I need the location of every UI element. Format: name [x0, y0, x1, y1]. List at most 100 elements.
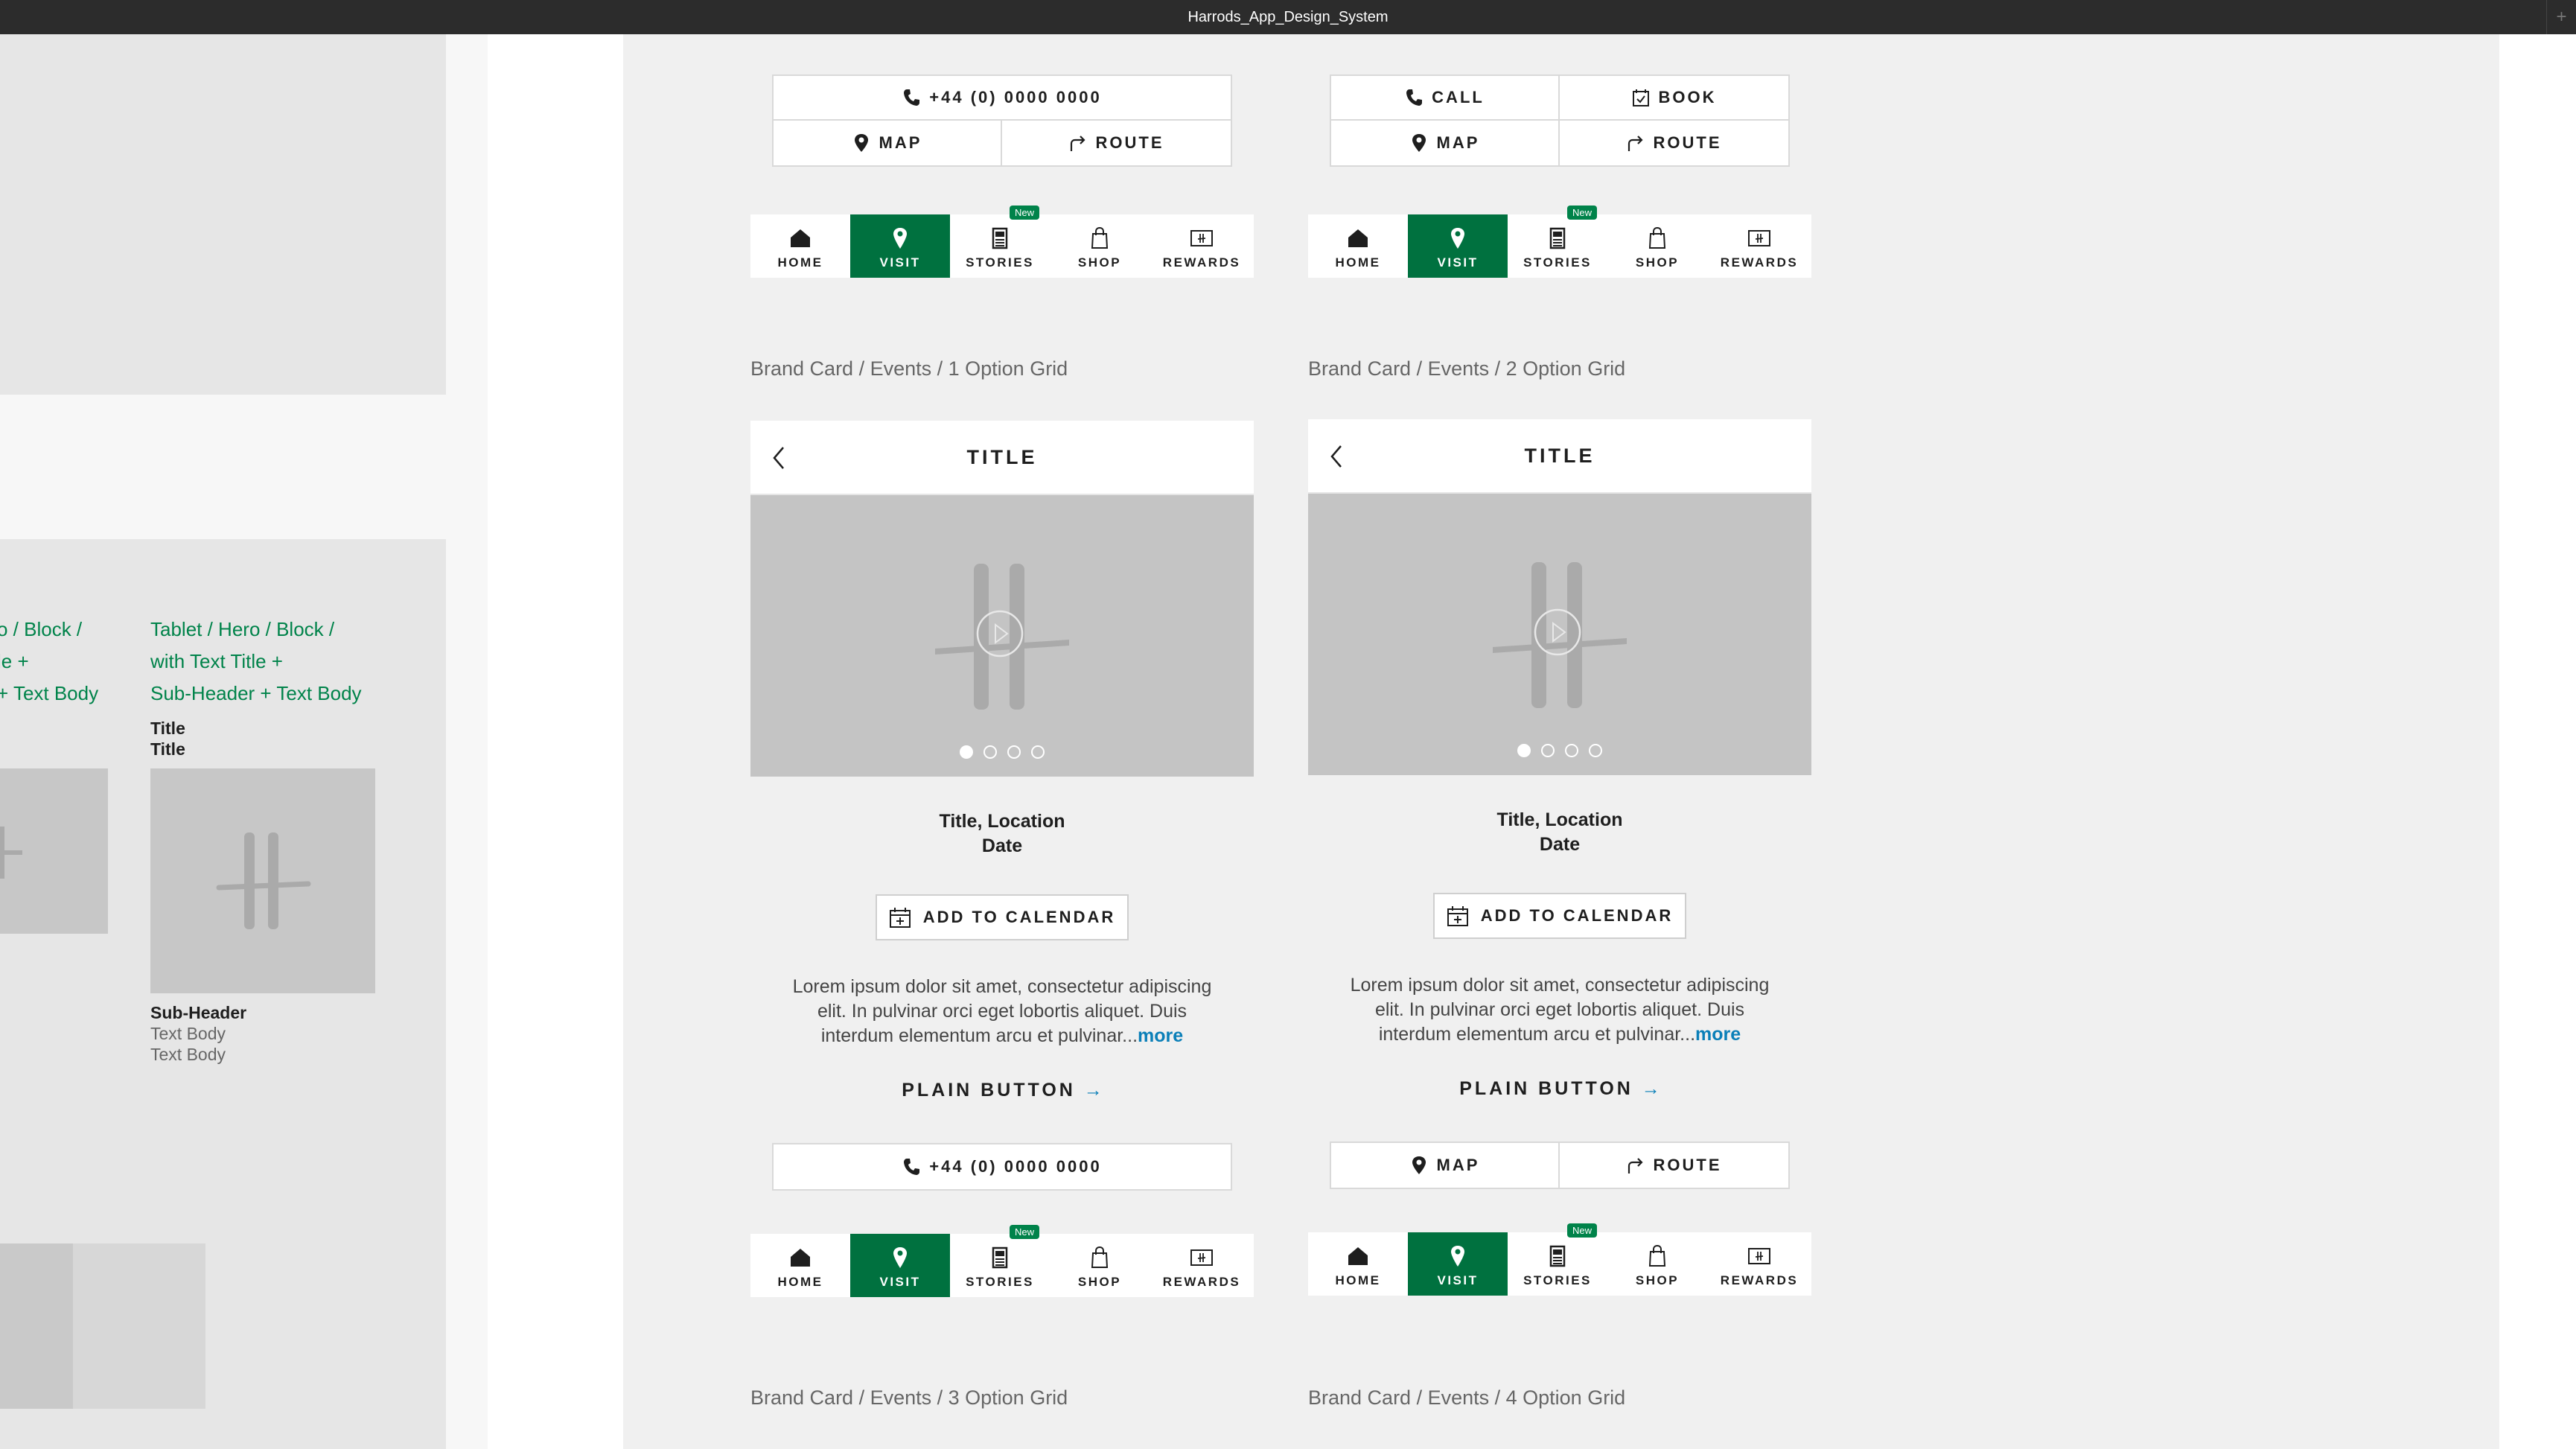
phone-button-label: +44 (0) 0000 0000 — [929, 1157, 1102, 1176]
location-pin-icon — [1412, 1156, 1426, 1174]
hero-label-line-3: Sub-Header + Text Body — [150, 682, 362, 704]
tab-stories[interactable]: STORIES New — [1508, 206, 1607, 278]
carousel-dot[interactable] — [1031, 745, 1045, 759]
phone-button[interactable]: +44 (0) 0000 0000 — [774, 76, 1231, 121]
card-hero-image[interactable] — [750, 495, 1254, 777]
tab-home[interactable]: HOME — [750, 1234, 850, 1297]
tab-shop[interactable]: SHOP — [1050, 1234, 1150, 1297]
harrods-logo-icon — [216, 832, 311, 929]
tab-stories[interactable]: STORIES New — [950, 206, 1050, 278]
home-icon — [788, 1246, 813, 1269]
more-link[interactable]: more — [1138, 1025, 1183, 1046]
hero-image — [150, 768, 375, 993]
call-button[interactable]: CALL — [1331, 76, 1560, 121]
carousel-dot[interactable] — [1589, 744, 1602, 757]
route-button[interactable]: ROUTE — [1002, 121, 1231, 165]
phone-button[interactable]: +44 (0) 0000 0000 — [774, 1144, 1231, 1189]
add-to-calendar-button[interactable]: ADD TO CALENDAR — [1433, 893, 1686, 939]
tab-rewards[interactable]: REWARDS — [1707, 214, 1811, 278]
card-hero-image[interactable] — [1308, 494, 1811, 775]
tab-visit[interactable]: VISIT — [850, 214, 950, 278]
map-button[interactable]: MAP — [1331, 1143, 1560, 1188]
carousel-dots — [1308, 744, 1811, 757]
tab-label: STORIES — [966, 255, 1034, 270]
tab-shop[interactable]: SHOP — [1050, 214, 1150, 278]
event-title-location: Title, Location — [1496, 809, 1623, 830]
bottom-tab-bar: HOME VISIT STORIES New SHOP REWARDS — [1308, 206, 1811, 278]
tab-home[interactable]: HOME — [1308, 1232, 1408, 1296]
plain-button-label: PLAIN BUTTON — [1459, 1078, 1633, 1099]
route-arrow-icon — [1627, 1158, 1643, 1173]
body-line-text: interdum elementum arcu et pulvinar... — [820, 1025, 1138, 1046]
tab-visit[interactable]: VISIT — [1408, 1232, 1508, 1296]
bottom-tab-bar: HOME VISIT STORIES New SHOP REWARDS — [750, 1225, 1254, 1297]
tab-label: REWARDS — [1720, 255, 1799, 270]
carousel-dot[interactable] — [1541, 744, 1555, 757]
tab-stories[interactable]: STORIES New — [950, 1225, 1050, 1297]
harrods-logo-icon — [935, 564, 1069, 710]
tab-visit[interactable]: VISIT — [1408, 214, 1508, 278]
card-body-text: Lorem ipsum dolor sit amet, consectetur … — [1308, 973, 1811, 1047]
body-line: elit. In pulvinar orci eget lobortis ali… — [817, 1001, 1187, 1022]
tab-visit[interactable]: VISIT — [850, 1234, 950, 1297]
card-event-info: Title, Location Date — [750, 809, 1254, 859]
card-title: TITLE — [966, 445, 1038, 468]
calendar-add-icon — [1447, 906, 1468, 926]
tab-shop[interactable]: SHOP — [1607, 214, 1707, 278]
chevron-left-icon[interactable] — [768, 445, 791, 471]
body-line: interdum elementum arcu et pulvinar...mo… — [1335, 1022, 1785, 1047]
hero-title-line-2: Title — [150, 739, 185, 759]
phone-icon — [1406, 89, 1423, 106]
left-frame-top — [0, 34, 446, 395]
shopping-bag-icon — [1645, 227, 1670, 249]
calendar-add-icon — [889, 908, 911, 928]
tab-label: HOME — [777, 1275, 823, 1289]
route-button[interactable]: ROUTE — [1560, 121, 1788, 165]
body-line: elit. In pulvinar orci eget lobortis ali… — [1374, 999, 1745, 1020]
body-line: interdum elementum arcu et pulvinar...mo… — [777, 1024, 1227, 1048]
route-button[interactable]: ROUTE — [1560, 1143, 1788, 1188]
location-pin-icon — [854, 134, 868, 152]
left-frame-bottom: o / Block / le + + Text Body Tablet / He… — [0, 539, 446, 1449]
chevron-left-icon[interactable] — [1326, 443, 1348, 470]
tab-rewards[interactable]: REWARDS — [1707, 1232, 1811, 1296]
right-gutter — [2499, 34, 2576, 1449]
carousel-dot[interactable] — [1007, 745, 1021, 759]
tab-stories[interactable]: STORIES New — [1508, 1223, 1607, 1296]
tab-rewards[interactable]: REWARDS — [1150, 1234, 1254, 1297]
carousel-dot[interactable] — [1565, 744, 1578, 757]
route-button-label: ROUTE — [1653, 133, 1722, 152]
plain-button[interactable]: PLAIN BUTTON → — [750, 1080, 1254, 1101]
tab-shop[interactable]: SHOP — [1607, 1232, 1707, 1296]
carousel-dot[interactable] — [1517, 744, 1531, 757]
hero-label-partial-1: o / Block / — [0, 618, 83, 640]
window-corner-icon[interactable]: + — [2546, 0, 2576, 34]
contact-button-group-4: MAP ROUTE — [1330, 1141, 1790, 1189]
bottom-tab-bar: HOME VISIT STORIES New SHOP REWARDS — [1308, 1223, 1811, 1296]
map-button-label: MAP — [1436, 1156, 1480, 1174]
contact-button-group-1: +44 (0) 0000 0000 MAP ROUTE — [772, 74, 1232, 167]
map-button[interactable]: MAP — [774, 121, 1002, 165]
tab-label: STORIES — [1523, 255, 1592, 270]
shopping-bag-icon — [1087, 227, 1112, 249]
window-titlebar: Harrods_App_Design_System + — [0, 0, 2576, 34]
window-title: Harrods_App_Design_System — [1187, 8, 1389, 25]
carousel-dot[interactable] — [983, 745, 997, 759]
book-button[interactable]: BOOK — [1560, 76, 1788, 121]
tab-home[interactable]: HOME — [750, 214, 850, 278]
route-arrow-icon — [1627, 136, 1643, 151]
tab-rewards[interactable]: REWARDS — [1150, 214, 1254, 278]
tab-home[interactable]: HOME — [1308, 214, 1408, 278]
tile-placeholder-2 — [73, 1243, 205, 1409]
hero-image-partial — [0, 768, 108, 934]
location-pin-icon — [1412, 134, 1426, 152]
hero-text-body-2: Text Body — [150, 1045, 226, 1064]
map-button[interactable]: MAP — [1331, 121, 1560, 165]
harrods-logo-icon — [0, 827, 22, 879]
more-link[interactable]: more — [1695, 1024, 1741, 1045]
hero-label-line-1: Tablet / Hero / Block / — [150, 618, 335, 640]
add-to-calendar-button[interactable]: ADD TO CALENDAR — [876, 894, 1129, 940]
tab-label: VISIT — [1437, 255, 1479, 270]
carousel-dot[interactable] — [960, 745, 973, 759]
plain-button[interactable]: PLAIN BUTTON → — [1308, 1078, 1811, 1100]
